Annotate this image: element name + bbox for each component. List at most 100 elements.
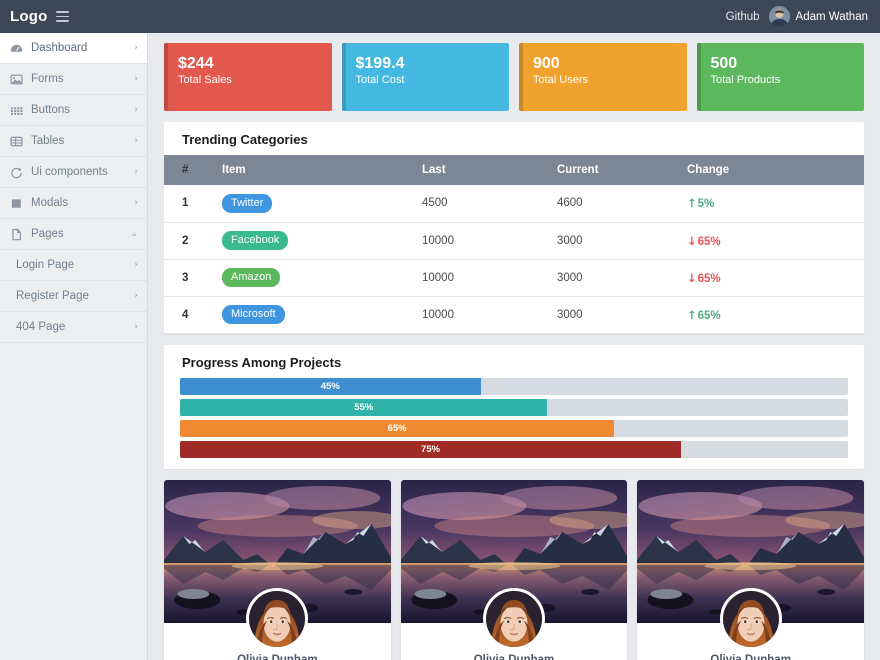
- table-row[interactable]: 1 Twitter 4500 4600 ↑5%: [164, 185, 864, 223]
- square-icon: [10, 197, 23, 210]
- profile-name: Olivia Dunham: [710, 653, 791, 660]
- sidebar-item-label: Tables: [31, 135, 65, 147]
- profile-card[interactable]: Olivia Dunham: [637, 479, 865, 660]
- arrow-up-icon: ↑: [687, 307, 697, 322]
- sidebar: Dashboard › Forms › Buttons › Tables › Ui compon…: [0, 33, 148, 660]
- sidebar-item-tables[interactable]: Tables ›: [0, 126, 147, 157]
- cell-change: ↑5%: [687, 185, 864, 223]
- sidebar-item-ui-components[interactable]: Ui components ›: [0, 157, 147, 188]
- sidebar-subitem-login-page[interactable]: Login Page ›: [0, 250, 147, 281]
- sidebar-item-buttons[interactable]: Buttons ›: [0, 95, 147, 126]
- cell-item: Microsoft: [222, 296, 422, 334]
- cell-change: ↓65%: [687, 222, 864, 260]
- cell-last: 10000: [422, 259, 557, 297]
- progress-track: 75%: [180, 440, 848, 458]
- stat-label: Total Users: [533, 74, 589, 87]
- main-content: $244 Total Sales $199.4 Total Cost 900 T…: [148, 33, 880, 660]
- item-badge[interactable]: Twitter: [222, 193, 273, 213]
- progress-label: 75%: [420, 443, 440, 455]
- column-header-index[interactable]: #: [164, 155, 222, 185]
- stat-card-total-products[interactable]: 500 Total Products: [696, 43, 864, 111]
- stat-card-total-cost[interactable]: $199.4 Total Cost: [341, 43, 509, 111]
- sidebar-item-label: Modals: [31, 197, 69, 209]
- table-row[interactable]: 2 Facebook 10000 3000 ↓65%: [164, 222, 864, 260]
- chevron-right-icon: ›: [134, 42, 138, 53]
- progress-bar-list: 45% 55% 65% 75%: [164, 377, 864, 469]
- profile-card[interactable]: Olivia Dunham: [400, 479, 628, 660]
- arrow-up-icon: ↑: [687, 196, 697, 211]
- arrow-down-icon: ↓: [687, 270, 697, 285]
- cell-last: 10000: [422, 296, 557, 334]
- sidebar-subitem-label: Login Page: [16, 259, 75, 271]
- progress-label: 45%: [320, 380, 340, 392]
- table-body: 1 Twitter 4500 4600 ↑5% 2 Facebook 10000 3000 ↓65…: [164, 185, 864, 334]
- stat-card-total-sales[interactable]: $244 Total Sales: [164, 43, 332, 111]
- profile-card[interactable]: Olivia Dunham: [164, 479, 391, 660]
- page-icon: [10, 228, 23, 241]
- panel-title: Progress Among Projects: [182, 354, 342, 370]
- sidebar-item-label: Dashboard: [31, 42, 88, 54]
- refresh-icon: [10, 166, 23, 179]
- panel-title: Trending Categories: [182, 132, 308, 147]
- sidebar-item-modals[interactable]: Modals ›: [0, 188, 147, 219]
- item-badge[interactable]: Facebook: [222, 231, 289, 250]
- cell-item: Twitter: [222, 185, 422, 223]
- item-badge[interactable]: Amazon: [222, 268, 281, 287]
- sidebar-subitem-register-page[interactable]: Register Page ›: [0, 281, 147, 312]
- progress-panel: Progress Among Projects 45% 55% 65% 75%: [164, 344, 864, 469]
- profile-avatar: [719, 587, 782, 650]
- profile-name: Olivia Dunham: [473, 653, 555, 660]
- stat-label: Total Cost: [355, 74, 405, 87]
- sidebar-item-label: Pages: [31, 228, 64, 240]
- table-row[interactable]: 3 Amazon 10000 3000 ↓65%: [164, 259, 864, 297]
- cell-last: 4500: [422, 185, 557, 223]
- chevron-right-icon: ›: [134, 73, 138, 84]
- change-value: 65%: [697, 235, 721, 248]
- stat-value: 500: [710, 55, 738, 72]
- progress-fill: 65%: [180, 419, 615, 437]
- column-header-change[interactable]: Change: [687, 155, 864, 185]
- sidebar-item-dashboard[interactable]: Dashboard ›: [0, 33, 147, 64]
- github-link[interactable]: Github: [726, 11, 760, 23]
- progress-track: 55%: [180, 398, 848, 416]
- hamburger-icon[interactable]: [56, 11, 70, 22]
- sidebar-item-pages[interactable]: Pages ⌄: [0, 219, 147, 250]
- sidebar-item-label: Ui components: [31, 166, 108, 178]
- stat-label: Total Products: [710, 74, 781, 87]
- top-navbar: Logo Github Adam Wathan: [0, 0, 880, 33]
- cell-index: 1: [164, 185, 222, 223]
- column-header-last[interactable]: Last: [422, 155, 557, 185]
- stat-value: $244: [178, 55, 214, 72]
- sidebar-item-forms[interactable]: Forms ›: [0, 64, 147, 95]
- chevron-right-icon: ›: [134, 321, 138, 332]
- table-row[interactable]: 4 Microsoft 10000 3000 ↑65%: [164, 296, 864, 334]
- sidebar-item-label: Forms: [31, 73, 64, 85]
- stat-value: 900: [533, 55, 560, 72]
- form-icon: [10, 73, 23, 86]
- progress-fill: 45%: [180, 377, 481, 395]
- progress-fill: 75%: [180, 440, 681, 458]
- user-menu[interactable]: Adam Wathan: [768, 6, 868, 27]
- cell-current: 3000: [557, 222, 687, 260]
- item-badge[interactable]: Microsoft: [222, 305, 285, 324]
- accent-stripe: [696, 43, 701, 111]
- column-header-current[interactable]: Current: [557, 155, 687, 185]
- column-header-item[interactable]: Item: [222, 155, 422, 185]
- cell-current: 3000: [557, 296, 687, 334]
- chevron-right-icon: ›: [134, 104, 138, 115]
- progress-track: 65%: [180, 419, 848, 437]
- sidebar-subitem-label: 404 Page: [16, 321, 66, 333]
- chevron-right-icon: ›: [134, 290, 138, 301]
- chevron-down-icon: ⌄: [130, 228, 138, 239]
- accent-stripe: [341, 43, 346, 111]
- cell-change: ↓65%: [687, 259, 864, 297]
- sidebar-subitem-404-page[interactable]: 404 Page ›: [0, 312, 147, 343]
- app-logo: Logo: [10, 8, 48, 25]
- accent-stripe: [519, 43, 523, 111]
- profile-name: Olivia Dunham: [237, 653, 318, 660]
- cell-change: ↑65%: [687, 296, 864, 334]
- chevron-right-icon: ›: [134, 259, 138, 270]
- stat-card-total-users[interactable]: 900 Total Users: [519, 43, 687, 111]
- stat-card-row: $244 Total Sales $199.4 Total Cost 900 T…: [164, 43, 864, 111]
- profile-avatar: [483, 587, 545, 650]
